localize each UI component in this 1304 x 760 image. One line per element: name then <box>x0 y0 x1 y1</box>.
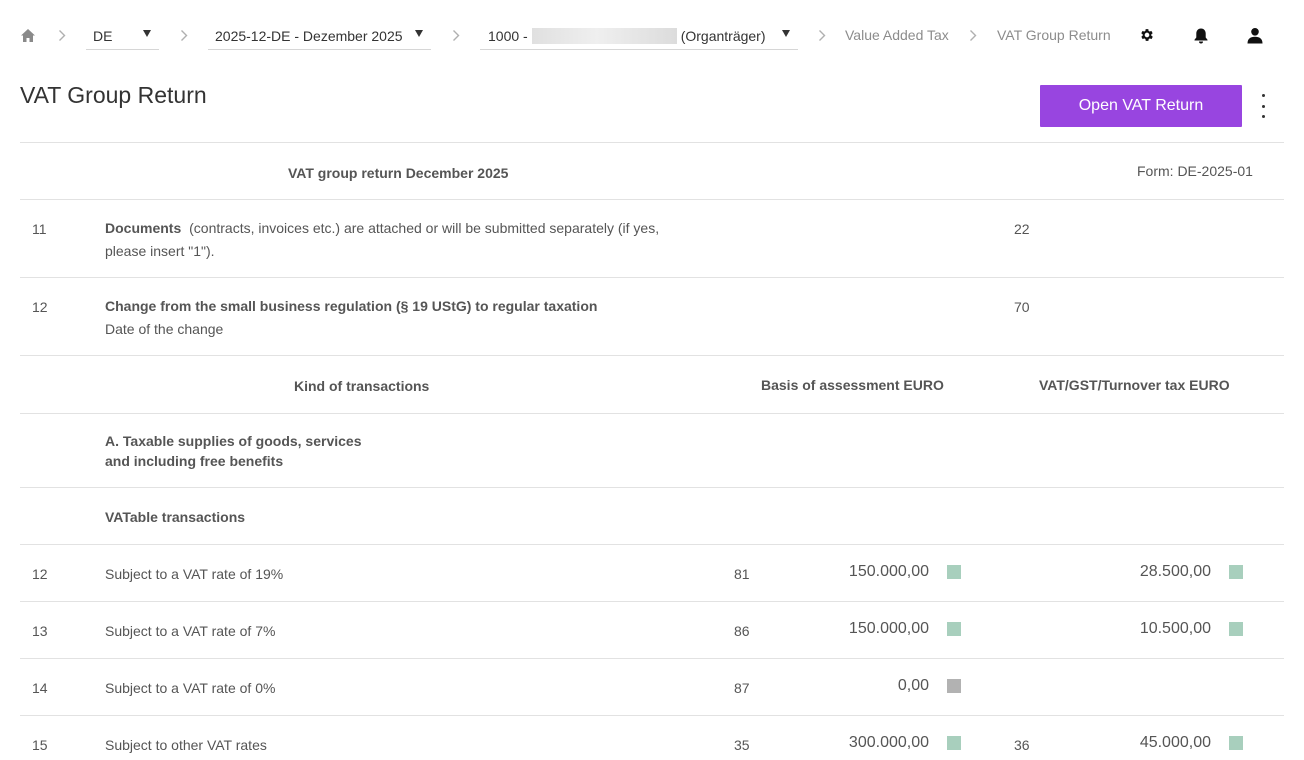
divider <box>20 413 1284 414</box>
row-description-continued: please insert "1"). <box>105 243 215 259</box>
divider <box>20 355 1284 356</box>
basis-value[interactable]: 150.000,00 <box>849 563 929 581</box>
line-number: 13 <box>32 623 48 639</box>
chevron-right-icon <box>816 0 828 70</box>
status-indicator <box>947 622 961 636</box>
row-title: Documents <box>105 220 182 236</box>
row-text: Documents (contracts, invoices etc.) are… <box>105 220 659 236</box>
tax-value[interactable]: 28.500,00 <box>1140 563 1211 581</box>
status-indicator <box>1229 565 1243 579</box>
row-description: (contracts, invoices etc.) are attached … <box>189 220 660 236</box>
chevron-right-icon <box>56 0 68 70</box>
line-number: 15 <box>32 737 48 753</box>
page-title: VAT Group Return <box>20 82 207 108</box>
section-heading-continued: and including free benefits <box>105 453 284 469</box>
breadcrumb-label: Value Added Tax <box>845 27 949 43</box>
country-select[interactable]: DE <box>86 22 159 50</box>
field-code: 87 <box>734 680 750 696</box>
gear-icon[interactable] <box>1137 0 1157 70</box>
user-icon[interactable] <box>1245 0 1265 70</box>
column-header-tax: VAT/GST/Turnover tax EURO <box>1039 377 1230 393</box>
status-indicator <box>947 565 961 579</box>
row-label: Subject to a VAT rate of 19% <box>105 566 284 582</box>
field-code: 22 <box>1014 221 1030 237</box>
caret-down-icon <box>782 30 790 37</box>
row-title: Change from the small business regulatio… <box>105 298 598 314</box>
basis-value[interactable]: 300.000,00 <box>849 734 929 752</box>
line-number: 12 <box>32 299 48 315</box>
field-code: 70 <box>1014 299 1030 315</box>
tax-value[interactable]: 10.500,00 <box>1140 620 1211 638</box>
basis-value[interactable]: 0,00 <box>898 677 929 695</box>
chevron-right-icon <box>450 0 462 70</box>
tax-value[interactable]: 45.000,00 <box>1140 734 1211 752</box>
more-options-icon[interactable] <box>1256 92 1270 120</box>
field-code: 86 <box>734 623 750 639</box>
home-icon[interactable] <box>20 0 38 70</box>
divider <box>20 601 1284 602</box>
open-vat-return-button[interactable]: Open VAT Return <box>1040 85 1242 127</box>
subsection-heading: VATable transactions <box>105 509 246 525</box>
basis-value[interactable]: 150.000,00 <box>849 620 929 638</box>
divider <box>20 544 1284 545</box>
column-header-basis: Basis of assessment EURO <box>761 377 944 393</box>
form-heading: VAT group return December 2025 <box>288 165 509 181</box>
row-label: Subject to other VAT rates <box>105 737 267 753</box>
line-number: 14 <box>32 680 48 696</box>
divider <box>20 199 1284 200</box>
column-header-kind: Kind of transactions <box>294 378 430 394</box>
entity-select[interactable]: 1000 - (Organträger) <box>480 22 798 50</box>
status-indicator <box>947 679 961 693</box>
entity-select-prefix: 1000 - <box>488 27 528 44</box>
line-number: 11 <box>32 221 47 237</box>
breadcrumb-label: VAT Group Return <box>997 27 1111 43</box>
divider <box>20 487 1284 488</box>
caret-down-icon <box>143 30 151 37</box>
redacted-entity-name <box>531 27 677 44</box>
divider <box>20 658 1284 659</box>
field-code: 35 <box>734 737 750 753</box>
divider <box>20 715 1284 716</box>
period-select[interactable]: 2025-12-DE - Dezember 2025 <box>208 22 431 50</box>
row-subtitle: Date of the change <box>105 321 224 337</box>
status-indicator <box>1229 622 1243 636</box>
section-heading: A. Taxable supplies of goods, services <box>105 433 362 449</box>
country-select-value: DE <box>93 27 113 44</box>
caret-down-icon <box>415 30 423 37</box>
breadcrumb-vat-group-return[interactable]: VAT Group Return <box>997 0 1111 70</box>
bell-icon[interactable] <box>1191 0 1211 70</box>
tax-field-code: 36 <box>1014 737 1030 753</box>
breadcrumb: DE 2025-12-DE - Dezember 2025 1000 - (Or… <box>0 0 1304 70</box>
row-label: Subject to a VAT rate of 7% <box>105 623 276 639</box>
status-indicator <box>1229 736 1243 750</box>
status-indicator <box>947 736 961 750</box>
divider <box>20 142 1284 143</box>
row-label: Subject to a VAT rate of 0% <box>105 680 276 696</box>
line-number: 12 <box>32 566 48 582</box>
chevron-right-icon <box>967 0 979 70</box>
field-code: 81 <box>734 566 750 582</box>
divider <box>20 277 1284 278</box>
breadcrumb-value-added-tax[interactable]: Value Added Tax <box>845 0 949 70</box>
form-id: Form: DE-2025-01 <box>1137 163 1253 179</box>
period-select-value: 2025-12-DE - Dezember 2025 <box>215 27 403 44</box>
entity-select-suffix: (Organträger) <box>680 27 766 44</box>
chevron-right-icon <box>178 0 190 70</box>
